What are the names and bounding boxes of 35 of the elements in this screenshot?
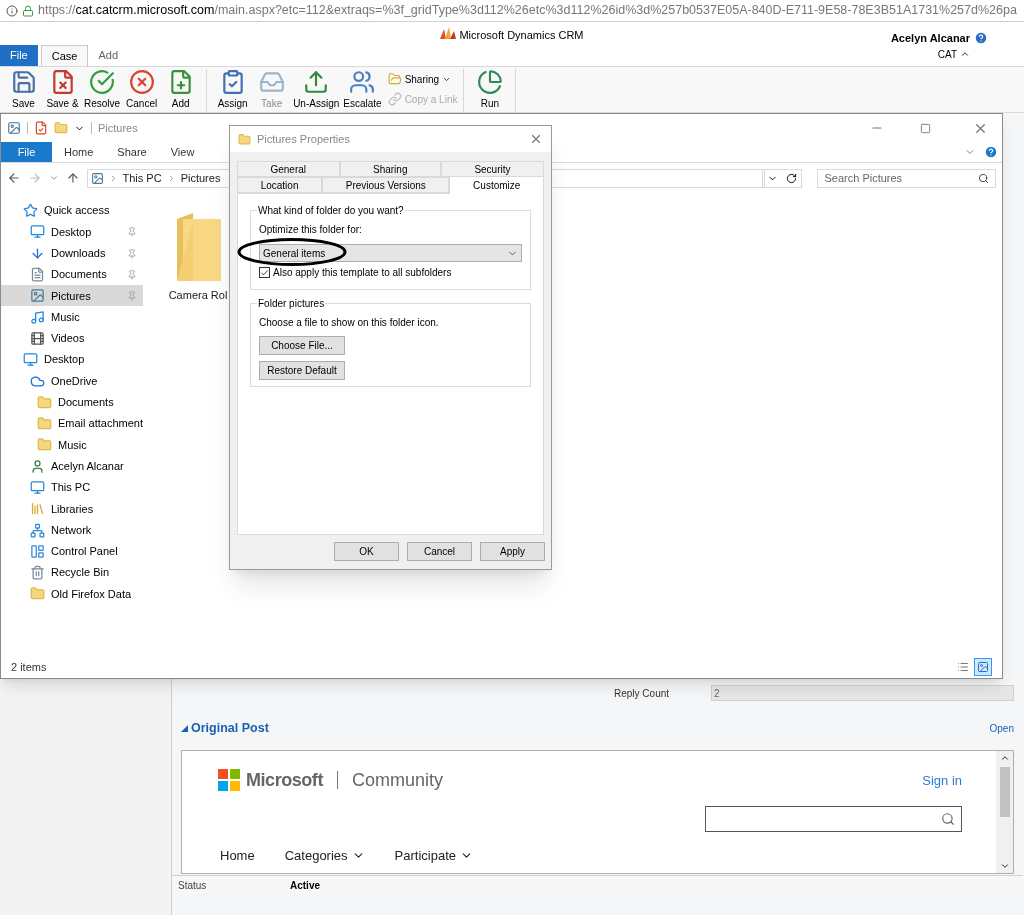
product-name: Community <box>351 768 443 792</box>
nav-label: This PC <box>51 480 91 496</box>
nav-label: Quick access <box>44 203 110 219</box>
nav-label: Desktop <box>44 352 85 368</box>
window-title: Pictures <box>98 120 139 136</box>
url-text: https://cat.catcrm.microsoft.com/main.aspx?etc=112&extraqs=%3f_gridType%3d112%26etc%3d112%26id%3d%257b0537E05A-840D-E711-9E58-78E3B51A1731%257d%26pa <box>38 2 1017 20</box>
status-label: Status <box>178 878 208 893</box>
help-text: Choose a file to show on this folder icon. <box>259 316 440 330</box>
group-title: Folder pictures <box>257 296 326 311</box>
field-label: Reply Count <box>614 686 671 701</box>
checkbox-label: Also apply this template to all subfolders <box>273 266 452 280</box>
item-count: 2 items <box>11 659 48 675</box>
nav-label: OneDrive <box>51 373 98 389</box>
brand-name: Microsoft <box>246 768 323 792</box>
app-title: Microsoft Dynamics CRM <box>459 28 584 43</box>
status-value: Active <box>290 878 320 893</box>
nav-label: Documents <box>58 395 114 411</box>
nav-label: Acelyn Alcanar <box>51 458 124 474</box>
nav-label: Recycle Bin <box>51 565 110 581</box>
nav-label: Pictures <box>51 288 91 304</box>
nav-label: Downloads <box>51 246 106 261</box>
nav-label: Email attachment <box>58 416 143 432</box>
dialog-title: Pictures Properties <box>257 131 351 147</box>
group-title: What kind of folder do you want? <box>257 203 405 218</box>
nav-label: Documents <box>51 267 107 283</box>
nav-label: Videos <box>51 331 85 347</box>
nav-label: Libraries <box>51 501 94 517</box>
nav-label: Music <box>58 437 87 453</box>
nav-label: Network <box>51 522 92 538</box>
field-label: Optimize this folder for: <box>259 223 363 237</box>
nav-label: Control Panel <box>51 544 118 560</box>
nav-label: Music <box>51 309 80 325</box>
nav-label: Desktop <box>51 224 92 240</box>
nav-label: Old Firefox Data <box>51 586 132 602</box>
org-name: CAT <box>937 47 957 62</box>
